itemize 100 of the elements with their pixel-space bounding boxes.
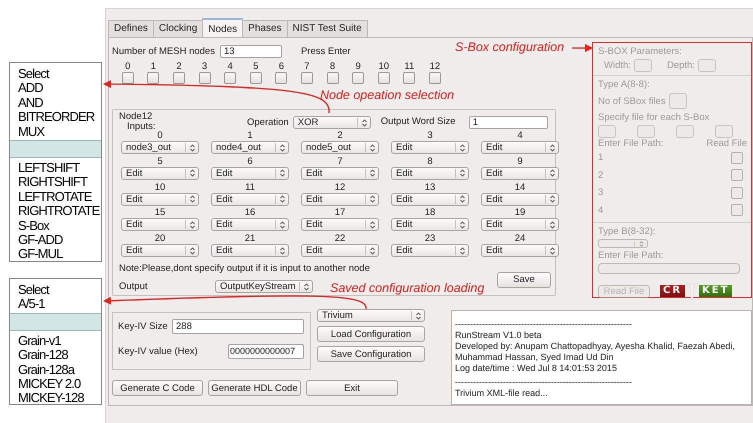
- list-item[interactable]: MICKEY 2.0: [10, 377, 80, 392]
- dropdown[interactable]: Edit: [211, 192, 289, 206]
- input-number: 13: [424, 182, 436, 193]
- checkbox[interactable]: [224, 72, 236, 84]
- checkbox[interactable]: [352, 72, 364, 84]
- checkbox[interactable]: [275, 72, 288, 84]
- node-number: 7: [304, 61, 310, 72]
- word-size-field[interactable]: 1: [468, 116, 548, 129]
- dropdown[interactable]: Edit: [391, 166, 469, 180]
- list-item[interactable]: ADD: [10, 81, 43, 96]
- dropdown[interactable]: Edit: [301, 218, 379, 232]
- input-number: 0: [157, 130, 163, 141]
- dropdown[interactable]: node3_out: [121, 141, 199, 154]
- list-item[interactable]: GF-MUL: [10, 247, 62, 262]
- list-item[interactable]: RIGHTSHIFT: [10, 175, 87, 190]
- list-item[interactable]: GF-ADD: [10, 233, 62, 248]
- tab[interactable]: Defines: [108, 20, 154, 37]
- node-number: 2: [176, 61, 182, 72]
- input-number: 19: [514, 207, 526, 218]
- list-item[interactable]: LEFTSHIFT: [10, 161, 80, 176]
- checkbox[interactable]: [326, 72, 339, 84]
- dropdown[interactable]: Edit: [391, 244, 469, 258]
- checkbox[interactable]: [403, 72, 416, 84]
- dropdown[interactable]: Edit: [211, 244, 289, 258]
- list-item[interactable]: Grain-128: [10, 348, 68, 363]
- input-number: 5: [157, 156, 163, 167]
- config-button[interactable]: Load Configuration: [317, 326, 425, 342]
- tab[interactable]: Nodes: [202, 18, 244, 37]
- dropdown[interactable]: Edit: [121, 244, 199, 258]
- dropdown[interactable]: Edit: [391, 218, 469, 232]
- list-item[interactable]: Select: [10, 67, 49, 82]
- list-item[interactable]: RIGHTROTATE: [10, 204, 100, 219]
- updown-icon: [460, 220, 465, 229]
- output-label: Output: [119, 281, 149, 292]
- checkbox[interactable]: [378, 72, 390, 84]
- checkbox[interactable]: [428, 72, 441, 84]
- file-number: 3: [598, 187, 604, 198]
- dropdown[interactable]: Edit: [301, 166, 379, 180]
- config-button[interactable]: Save Configuration: [317, 346, 425, 362]
- action-button[interactable]: Generate HDL Code: [208, 380, 301, 396]
- dropdown[interactable]: Edit: [301, 244, 379, 258]
- dropdown[interactable]: node5_out: [301, 141, 379, 154]
- dropdown[interactable]: Edit: [481, 141, 559, 154]
- list-item[interactable]: Grain-128a: [10, 362, 74, 378]
- list-item[interactable]: A/5-1: [10, 297, 45, 312]
- dropdown[interactable]: Edit: [121, 166, 199, 180]
- dropdown[interactable]: Edit: [211, 166, 289, 180]
- tab[interactable]: Phases: [242, 20, 288, 37]
- tab[interactable]: Clocking: [152, 20, 204, 37]
- annotation-label: Node opeation selection: [320, 88, 454, 102]
- note-text: Note:Please,dont specify output if it is input to another node: [119, 262, 371, 275]
- node-number: 8: [330, 61, 336, 72]
- list-item[interactable]: MICKEY-128: [10, 391, 84, 406]
- dropdown[interactable]: Edit: [481, 166, 559, 180]
- dropdown[interactable]: Edit: [481, 192, 559, 206]
- sbox-title: S-BOX Parameters:: [598, 46, 683, 57]
- dropdown[interactable]: Edit: [481, 244, 559, 258]
- checkbox[interactable]: [250, 72, 262, 84]
- dropdown[interactable]: OutputKeyStream: [215, 280, 313, 294]
- dropdown[interactable]: Edit: [121, 218, 199, 232]
- updown-icon: [370, 195, 375, 204]
- list-item[interactable]: MUX: [10, 124, 44, 140]
- action-button[interactable]: Generate C Code: [112, 380, 203, 396]
- dropdown[interactable]: Edit: [211, 218, 289, 232]
- checkbox[interactable]: [122, 72, 134, 84]
- checkbox[interactable]: [147, 72, 160, 84]
- dropdown[interactable]: Edit: [481, 218, 559, 232]
- dropdown[interactable]: Edit: [301, 192, 379, 206]
- log-line: Developed by: Anupam Chattopadhyay, Ayesha Khalid, Faezah Abedi, Muhammad Hassan, Syed Imad Ud Din: [455, 341, 736, 363]
- save-button[interactable]: Save: [497, 272, 551, 288]
- list-item[interactable]: AND: [10, 96, 43, 110]
- dropdown[interactable]: Trivium: [317, 309, 425, 322]
- dropdown[interactable]: node4_out: [211, 141, 289, 154]
- list-item[interactable]: Select: [10, 283, 49, 298]
- tab[interactable]: NIST Test Suite: [286, 20, 368, 37]
- checkbox[interactable]: [172, 72, 185, 84]
- highlighted-row[interactable]: [10, 312, 101, 331]
- list-item[interactable]: S-Box: [10, 218, 49, 234]
- updown-icon: [280, 220, 285, 229]
- key-iv-value-field[interactable]: 0000000000007: [228, 344, 304, 358]
- action-button[interactable]: Exit: [306, 380, 398, 396]
- updown-icon: [370, 246, 375, 255]
- list-item[interactable]: LEFTROTATE: [10, 190, 92, 204]
- path-label: Enter File Path:: [598, 138, 664, 149]
- updown-icon: [280, 246, 285, 255]
- key-iv-size-field[interactable]: 288: [172, 318, 304, 334]
- checkbox[interactable]: [198, 72, 211, 84]
- node-number: 6: [278, 61, 284, 72]
- checkbox[interactable]: [300, 72, 313, 84]
- dropdown[interactable]: XOR: [292, 116, 371, 129]
- dropdown[interactable]: Edit: [121, 192, 199, 206]
- updown-icon: [550, 169, 555, 178]
- mesh-count-field[interactable]: 13: [220, 44, 282, 58]
- dropdown[interactable]: Edit: [391, 141, 469, 154]
- list-item[interactable]: BITREORDER: [10, 110, 94, 125]
- node-number: 12: [430, 61, 440, 72]
- highlighted-row[interactable]: [10, 140, 101, 158]
- dropdown[interactable]: Edit: [391, 192, 469, 206]
- updown-icon: [550, 246, 555, 255]
- list-item[interactable]: Grain-v1: [10, 334, 61, 348]
